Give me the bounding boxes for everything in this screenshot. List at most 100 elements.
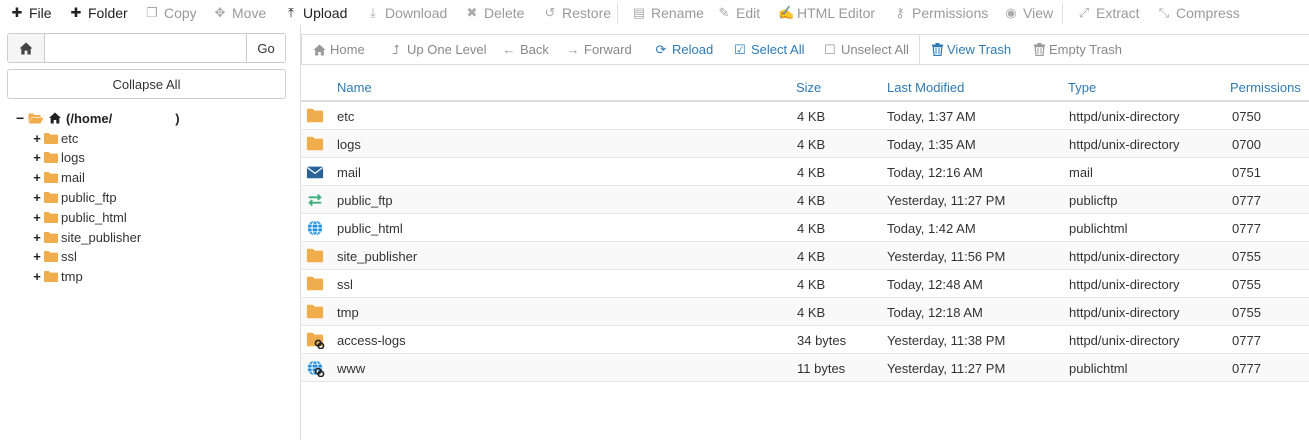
nav-home-button[interactable]: Home — [313, 35, 365, 64]
arrow-right-icon: → — [566, 42, 580, 57]
table-row[interactable]: tmp 4 KB Today, 12:18 AM httpd/unix-directo… — [301, 298, 1309, 326]
tree-item-logs[interactable]: + logs — [33, 149, 85, 167]
table-row[interactable]: access-logs 34 bytes Yesterday, 11:38 PM ht… — [301, 326, 1309, 354]
sidebar: Go Collapse All − (/home/ ) + etc + logs + ma… — [0, 25, 300, 440]
collapse-icon[interactable]: − — [16, 110, 24, 126]
tree-item-label: site_publisher — [61, 229, 142, 245]
new-folder-button[interactable]: ✚ Folder — [69, 0, 128, 25]
move-button[interactable]: ✥ Move — [213, 0, 267, 25]
forward-button[interactable]: → Forward — [566, 35, 632, 64]
upload-button[interactable]: ⤒ Upload — [284, 0, 347, 25]
file-size: 4 KB — [797, 221, 826, 236]
file-size: 4 KB — [797, 165, 826, 180]
download-button[interactable]: ⤓ Download — [366, 0, 447, 25]
edit-icon: ✍ — [778, 5, 795, 20]
toolbar-divider — [1062, 2, 1063, 24]
table-row[interactable]: ssl 4 KB Today, 12:48 AM httpd/unix-directo… — [301, 270, 1309, 298]
column-header-name[interactable]: Name — [337, 80, 372, 95]
new-file-button[interactable]: ✚ File — [10, 0, 52, 25]
view-trash-button[interactable]: View Trash — [932, 35, 1011, 64]
tree-item-mail[interactable]: + mail — [33, 169, 85, 187]
file-type: httpd/unix-directory — [1069, 249, 1180, 264]
file-name[interactable]: logs — [337, 137, 361, 152]
expand-icon[interactable]: + — [33, 190, 41, 205]
empty-trash-button[interactable]: Empty Trash — [1034, 35, 1122, 64]
file-permissions: 0755 — [1232, 249, 1261, 264]
file-name[interactable]: public_html — [337, 221, 403, 236]
file-name[interactable]: public_ftp — [337, 193, 393, 208]
table-row[interactable]: site_publisher 4 KB Yesterday, 11:56 PM htt… — [301, 242, 1309, 270]
column-header-type[interactable]: Type — [1068, 80, 1096, 95]
eye-icon: ◉ — [1005, 5, 1017, 20]
file-last-modified: Today, 1:42 AM — [887, 221, 976, 236]
table-row[interactable]: mail 4 KB Today, 12:16 AM mail 0751 — [301, 158, 1309, 186]
tree-item-ssl[interactable]: + ssl — [33, 248, 77, 266]
expand-icon[interactable]: + — [33, 230, 41, 245]
expand-icon[interactable]: + — [33, 210, 41, 225]
home-button[interactable] — [7, 33, 45, 63]
go-button[interactable]: Go — [247, 33, 286, 63]
expand-icon[interactable]: + — [33, 249, 41, 264]
tree-item-public-html[interactable]: + public_html — [33, 208, 127, 226]
arrow-left-icon: ← — [502, 42, 516, 57]
file-name[interactable]: etc — [337, 109, 354, 124]
file-size: 11 bytes — [797, 361, 846, 376]
html-editor-button[interactable]: ✍ HTML Editor — [778, 0, 875, 25]
file-type: publichtml — [1069, 361, 1128, 376]
expand-icon[interactable]: + — [33, 150, 41, 165]
select-all-button[interactable]: ☑ Select All — [733, 35, 804, 64]
tree-item-etc[interactable]: + etc — [33, 129, 78, 147]
home-icon — [19, 42, 33, 54]
file-icon: ▤ — [632, 5, 646, 20]
file-permissions: 0777 — [1232, 333, 1261, 348]
delete-button[interactable]: ✖ Delete — [465, 0, 525, 25]
tree-item-label: mail — [61, 170, 85, 186]
copy-button[interactable]: ❐ Copy — [145, 0, 197, 25]
tree-item-tmp[interactable]: + tmp — [33, 268, 82, 286]
column-header-permissions[interactable]: Permissions — [1230, 80, 1301, 95]
file-type: publicftp — [1069, 193, 1118, 208]
folder-icon — [44, 271, 58, 283]
table-row[interactable]: www 11 bytes Yesterday, 11:27 PM publichtml… — [301, 354, 1309, 382]
table-row[interactable]: logs 4 KB Today, 1:35 AM httpd/unix-directo… — [301, 130, 1309, 158]
path-input[interactable] — [45, 33, 247, 63]
table-row[interactable]: etc 4 KB Today, 1:37 AM httpd/unix-director… — [301, 102, 1309, 130]
table-row[interactable]: public_html 4 KB Today, 1:42 AM publichtml 0… — [301, 214, 1309, 242]
back-button[interactable]: ← Back — [502, 35, 549, 64]
file-name[interactable]: tmp — [337, 305, 359, 320]
compress-button[interactable]: ⤡ Compress — [1157, 0, 1240, 25]
rename-button[interactable]: ▤ Rename — [632, 0, 704, 25]
file-name[interactable]: site_publisher — [337, 249, 417, 264]
column-header-last-modified[interactable]: Last Modified — [887, 80, 964, 95]
expand-icon[interactable]: + — [33, 131, 41, 146]
folder-icon — [44, 251, 58, 263]
restore-button[interactable]: ↺ Restore — [543, 0, 611, 25]
expand-icon[interactable]: + — [33, 269, 41, 284]
file-name[interactable]: ssl — [337, 277, 353, 292]
undo-icon: ↺ — [544, 5, 556, 20]
file-name[interactable]: mail — [337, 165, 361, 180]
expand-icon[interactable]: + — [33, 170, 41, 185]
file-name[interactable]: www — [337, 361, 365, 376]
subtoolbar-divider — [919, 35, 920, 64]
file-permissions: 0777 — [1232, 193, 1261, 208]
up-one-level-button[interactable]: ⮥ Up One Level — [389, 35, 486, 64]
home-icon — [49, 112, 61, 124]
file-size: 4 KB — [797, 305, 826, 320]
unselect-all-button[interactable]: ☐ Unselect All — [823, 35, 909, 64]
permissions-button[interactable]: ⚷ Permissions — [893, 0, 988, 25]
column-header-size[interactable]: Size — [796, 80, 821, 95]
edit-button[interactable]: ✎ Edit — [717, 0, 761, 25]
tree-item-label: logs — [61, 150, 85, 166]
extract-button[interactable]: ⤢ Extract — [1077, 0, 1140, 25]
reload-button[interactable]: ⟳ Reload — [654, 35, 714, 64]
tree-item-public-ftp[interactable]: + public_ftp — [33, 188, 116, 206]
tree-item-site-publisher[interactable]: + site_publisher — [33, 228, 141, 246]
table-row[interactable]: public_ftp 4 KB Yesterday, 11:27 PM publicf… — [301, 186, 1309, 214]
file-table: Name Size Last Modified Type Permissions… — [301, 72, 1309, 382]
tree-root-home[interactable]: − (/home/ ) — [16, 110, 180, 126]
collapse-all-button[interactable]: Collapse All — [7, 69, 286, 99]
file-name[interactable]: access-logs — [337, 333, 406, 348]
trash-icon — [1034, 43, 1045, 56]
view-button[interactable]: ◉ View — [1004, 0, 1053, 25]
